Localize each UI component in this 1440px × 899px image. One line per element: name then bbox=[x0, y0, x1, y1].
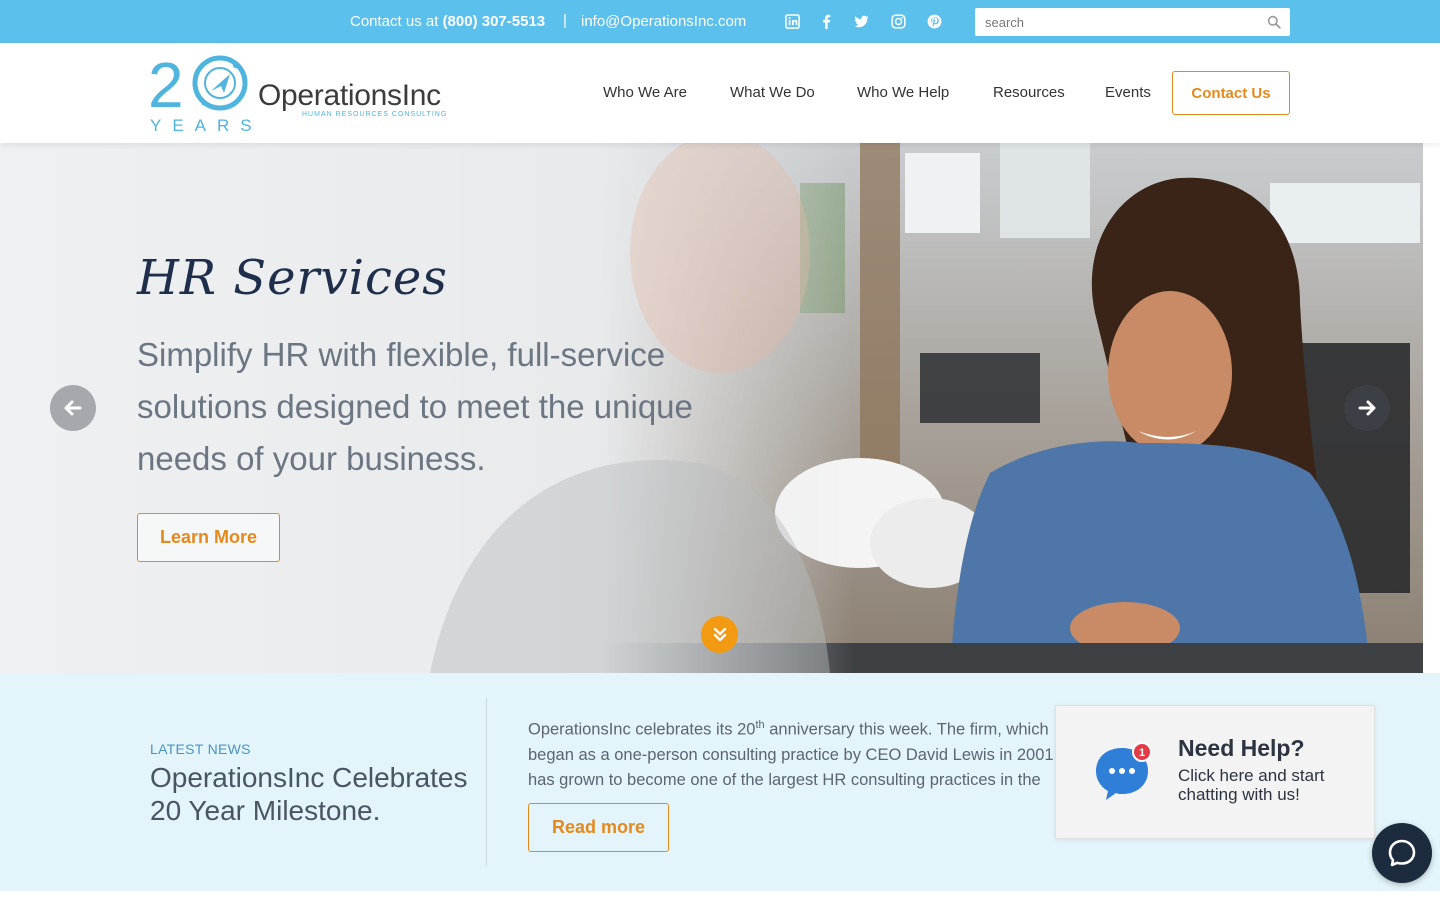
scroll-down-button[interactable] bbox=[701, 616, 738, 653]
nav-events[interactable]: Events bbox=[1105, 84, 1151, 101]
nav-who-we-are[interactable]: Who We Are bbox=[603, 84, 687, 101]
slider-next-button[interactable] bbox=[1344, 385, 1390, 431]
svg-text:2: 2 bbox=[148, 51, 184, 117]
pinterest-icon[interactable] bbox=[926, 13, 942, 29]
arrow-right-icon bbox=[1358, 400, 1376, 416]
nav-what-we-do[interactable]: What We Do bbox=[730, 84, 815, 101]
hero-slider: HR Services Simplify HR with flexible, f… bbox=[0, 143, 1423, 673]
news-label: LATEST NEWS bbox=[150, 741, 251, 757]
chat-bubble-icon: 1 bbox=[1096, 742, 1150, 800]
logo-name[interactable]: OperationsInc bbox=[258, 79, 441, 113]
hero-title: HR Services bbox=[137, 250, 448, 306]
read-more-button[interactable]: Read more bbox=[528, 803, 669, 852]
search-input[interactable] bbox=[975, 8, 1265, 36]
news-headline[interactable]: OperationsInc Celebrates 20 Year Milesto… bbox=[150, 761, 490, 827]
top-bar: Contact us at (800) 307-5513 | info@Oper… bbox=[0, 0, 1440, 43]
site-header: 2 20 YEARS OperationsInc HUMAN RESOURCES… bbox=[0, 43, 1440, 143]
chat-icon bbox=[1388, 839, 1416, 867]
chat-badge-count: 1 bbox=[1139, 747, 1145, 759]
chat-title: Need Help? bbox=[1178, 735, 1305, 761]
slider-prev-button[interactable] bbox=[50, 385, 96, 431]
contact-prefix: Contact us at bbox=[350, 13, 439, 30]
logo-years: YEARS bbox=[150, 116, 263, 135]
separator: | bbox=[563, 12, 567, 29]
search-icon[interactable] bbox=[1267, 15, 1281, 29]
phone-number[interactable]: (800) 307-5513 bbox=[443, 13, 546, 30]
learn-more-button[interactable]: Learn More bbox=[137, 513, 280, 562]
chat-subtitle: Click here and start chatting with us! bbox=[1178, 766, 1325, 804]
email-link[interactable]: info@OperationsInc.com bbox=[581, 13, 746, 30]
nav-who-we-help[interactable]: Who We Help bbox=[857, 84, 949, 101]
search-box bbox=[975, 8, 1290, 36]
contact-phone-text[interactable]: Contact us at (800) 307-5513 bbox=[350, 13, 545, 30]
news-divider bbox=[486, 698, 487, 866]
contact-us-button[interactable]: Contact Us bbox=[1172, 71, 1290, 115]
instagram-icon[interactable] bbox=[890, 13, 906, 29]
logo-tagline: HUMAN RESOURCES CONSULTING bbox=[302, 111, 448, 118]
facebook-icon[interactable] bbox=[818, 13, 834, 29]
logo-20-mark: 2 bbox=[148, 51, 248, 117]
news-body: OperationsInc celebrates its 20th annive… bbox=[528, 713, 1068, 791]
double-chevron-down-icon bbox=[713, 627, 726, 641]
arrow-left-icon bbox=[64, 400, 82, 416]
news-body-sup: th bbox=[755, 719, 765, 731]
chat-prompt-card[interactable]: 1 Need Help? Click here and start chatti… bbox=[1055, 705, 1375, 839]
linkedin-icon[interactable] bbox=[784, 13, 800, 29]
hero-text: Simplify HR with flexible, full-service … bbox=[137, 336, 693, 477]
twitter-icon[interactable] bbox=[853, 13, 869, 29]
nav-resources[interactable]: Resources bbox=[993, 84, 1065, 101]
chat-launcher-button[interactable] bbox=[1372, 823, 1432, 883]
news-body-part1: OperationsInc celebrates its 20 bbox=[528, 720, 756, 739]
